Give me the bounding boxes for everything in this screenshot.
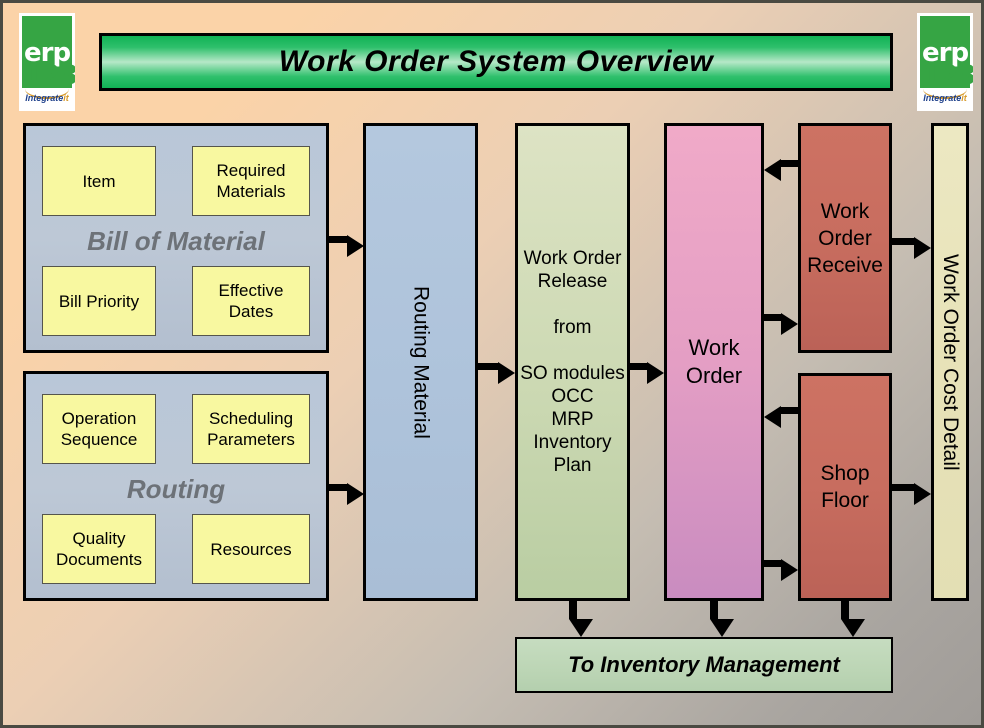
column-work-order-cost-detail-label: Work Order Cost Detail <box>939 253 962 471</box>
box-scheduling-parameters: Scheduling Parameters <box>192 394 310 464</box>
logo-123-text: 123 <box>24 60 75 91</box>
arrowhead-right-icon <box>498 362 515 384</box>
box-work-order-receive: Work Order Receive <box>798 123 892 353</box>
arrow-release-to-work-order <box>630 362 664 384</box>
arrowhead-right-icon <box>647 362 664 384</box>
box-quality-documents: Quality Documents <box>42 514 156 584</box>
box-shop-floor: Shop Floor <box>798 373 892 601</box>
column-routing-material: Routing Material <box>363 123 478 601</box>
logo-tagline-main: Integrate <box>923 93 962 103</box>
page-title: Work Order System Overview <box>278 45 714 78</box>
arrowhead-right-icon <box>347 235 364 257</box>
logo-tagline-main: Integrate <box>25 93 64 103</box>
to-inventory-management-label: To Inventory Management <box>568 652 840 677</box>
arrow-bom-to-routing-material <box>329 235 364 257</box>
box-required-materials: Required Materials <box>192 146 310 216</box>
erp123-logo-left: erp 123 Integrateit <box>19 13 75 111</box>
box-resources: Resources <box>192 514 310 584</box>
page-title-banner: Work Order System Overview <box>99 33 893 91</box>
column-work-order-cost-detail: Work Order Cost Detail <box>931 123 969 601</box>
box-effective-dates: Effective Dates <box>192 266 310 336</box>
box-bill-priority: Bill Priority <box>42 266 156 336</box>
column-work-order-release-label: Work Order Release from SO modules OCC M… <box>520 248 625 476</box>
box-operation-sequence: Operation Sequence <box>42 394 156 464</box>
arrowhead-left-icon <box>764 406 781 428</box>
arrowhead-down-icon <box>569 619 593 637</box>
arrow-work-order-to-receive <box>764 313 798 335</box>
arrow-release-to-inventory <box>569 601 593 637</box>
column-work-order: Work Order <box>664 123 764 601</box>
arrow-work-order-to-inventory <box>710 601 734 637</box>
column-work-order-release: Work Order Release from SO modules OCC M… <box>515 123 630 601</box>
column-routing-material-label: Routing Material <box>409 285 433 439</box>
logo-tagline-accent: it <box>63 93 69 103</box>
arrow-routing-material-to-release <box>478 362 515 384</box>
arrow-shop-floor-to-inventory <box>841 601 865 637</box>
logo-tagline-accent: it <box>961 93 967 103</box>
logo-tagline: Integrateit <box>19 93 75 103</box>
arrow-shop-floor-to-work-order <box>764 406 798 428</box>
arrowhead-left-icon <box>764 159 781 181</box>
diagram-canvas: erp 123 Integrateit erp 123 Integrateit … <box>0 0 984 728</box>
erp123-logo-right: erp 123 Integrateit <box>917 13 973 111</box>
box-to-inventory-management: To Inventory Management <box>515 637 893 693</box>
bill-of-material-title: Bill of Material <box>87 226 265 256</box>
arrow-receive-to-cost-detail <box>892 237 931 259</box>
arrowhead-right-icon <box>781 313 798 335</box>
routing-title: Routing <box>126 474 226 504</box>
bill-of-material-panel: Item Required Materials Bill of Material… <box>23 123 329 353</box>
arrowhead-down-icon <box>710 619 734 637</box>
arrowhead-right-icon <box>781 559 798 581</box>
column-work-order-label: Work Order <box>685 335 743 388</box>
box-item: Item <box>42 146 156 216</box>
arrow-routing-to-routing-material <box>329 483 364 505</box>
logo-123-text: 123 <box>922 60 973 91</box>
arrowhead-right-icon <box>914 237 931 259</box>
logo-tagline: Integrateit <box>917 93 973 103</box>
routing-panel: Operation Sequence Scheduling Parameters… <box>23 371 329 601</box>
arrowhead-down-icon <box>841 619 865 637</box>
arrowhead-right-icon <box>914 483 931 505</box>
arrow-receive-to-work-order <box>764 159 798 181</box>
arrowhead-right-icon <box>347 483 364 505</box>
arrow-shop-floor-to-cost-detail <box>892 483 931 505</box>
arrow-work-order-to-shop-floor <box>764 559 798 581</box>
